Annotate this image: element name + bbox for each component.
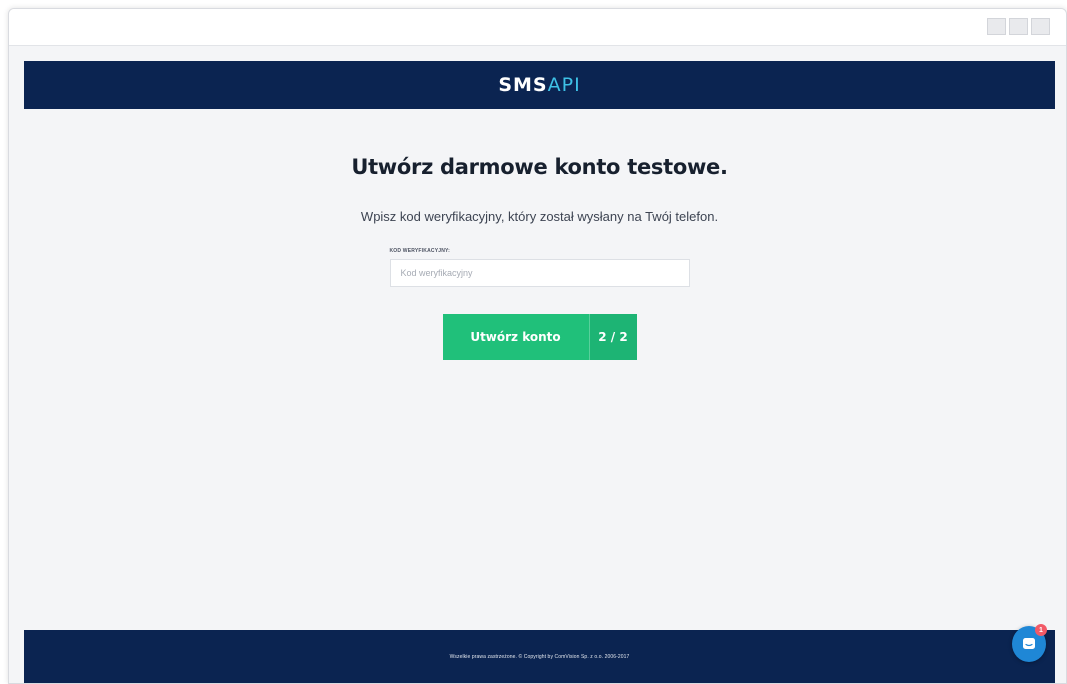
- copyright-text: Wszelkie prawa zastrzeżone. © Copyright …: [449, 653, 630, 660]
- window-titlebar: [9, 9, 1066, 46]
- logo-accent: API: [547, 73, 581, 96]
- logo-main: SMS: [498, 73, 548, 96]
- browser-window: SMSAPI Utwórz darmowe konto testowe. Wpi…: [8, 8, 1067, 684]
- page-viewport: SMSAPI Utwórz darmowe konto testowe. Wpi…: [24, 61, 1055, 683]
- window-controls: [987, 18, 1050, 35]
- maximize-button[interactable]: [1009, 18, 1028, 35]
- chat-notification-badge: 1: [1035, 624, 1047, 636]
- verification-code-input[interactable]: [389, 259, 690, 287]
- close-button[interactable]: [1031, 18, 1050, 35]
- step-indicator: 2 / 2: [589, 314, 637, 360]
- page-subtitle: Wpisz kod weryfikacyjny, który został wy…: [360, 209, 719, 224]
- minimize-button[interactable]: [987, 18, 1006, 35]
- page-title: Utwórz darmowe konto testowe.: [351, 155, 728, 179]
- site-footer: Wszelkie prawa zastrzeżone. © Copyright …: [24, 630, 1055, 683]
- create-account-label: Utwórz konto: [443, 314, 590, 360]
- create-account-button[interactable]: Utwórz konto 2 / 2: [442, 314, 637, 360]
- chat-bubble-icon: [1023, 638, 1035, 649]
- signup-content: Utwórz darmowe konto testowe. Wpisz kod …: [24, 109, 1055, 360]
- site-header: SMSAPI: [24, 61, 1055, 109]
- smsapi-logo[interactable]: SMSAPI: [498, 73, 581, 96]
- verification-form-group: Kod weryfikacyjny:: [389, 248, 690, 287]
- verification-code-label: Kod weryfikacyjny:: [389, 248, 451, 254]
